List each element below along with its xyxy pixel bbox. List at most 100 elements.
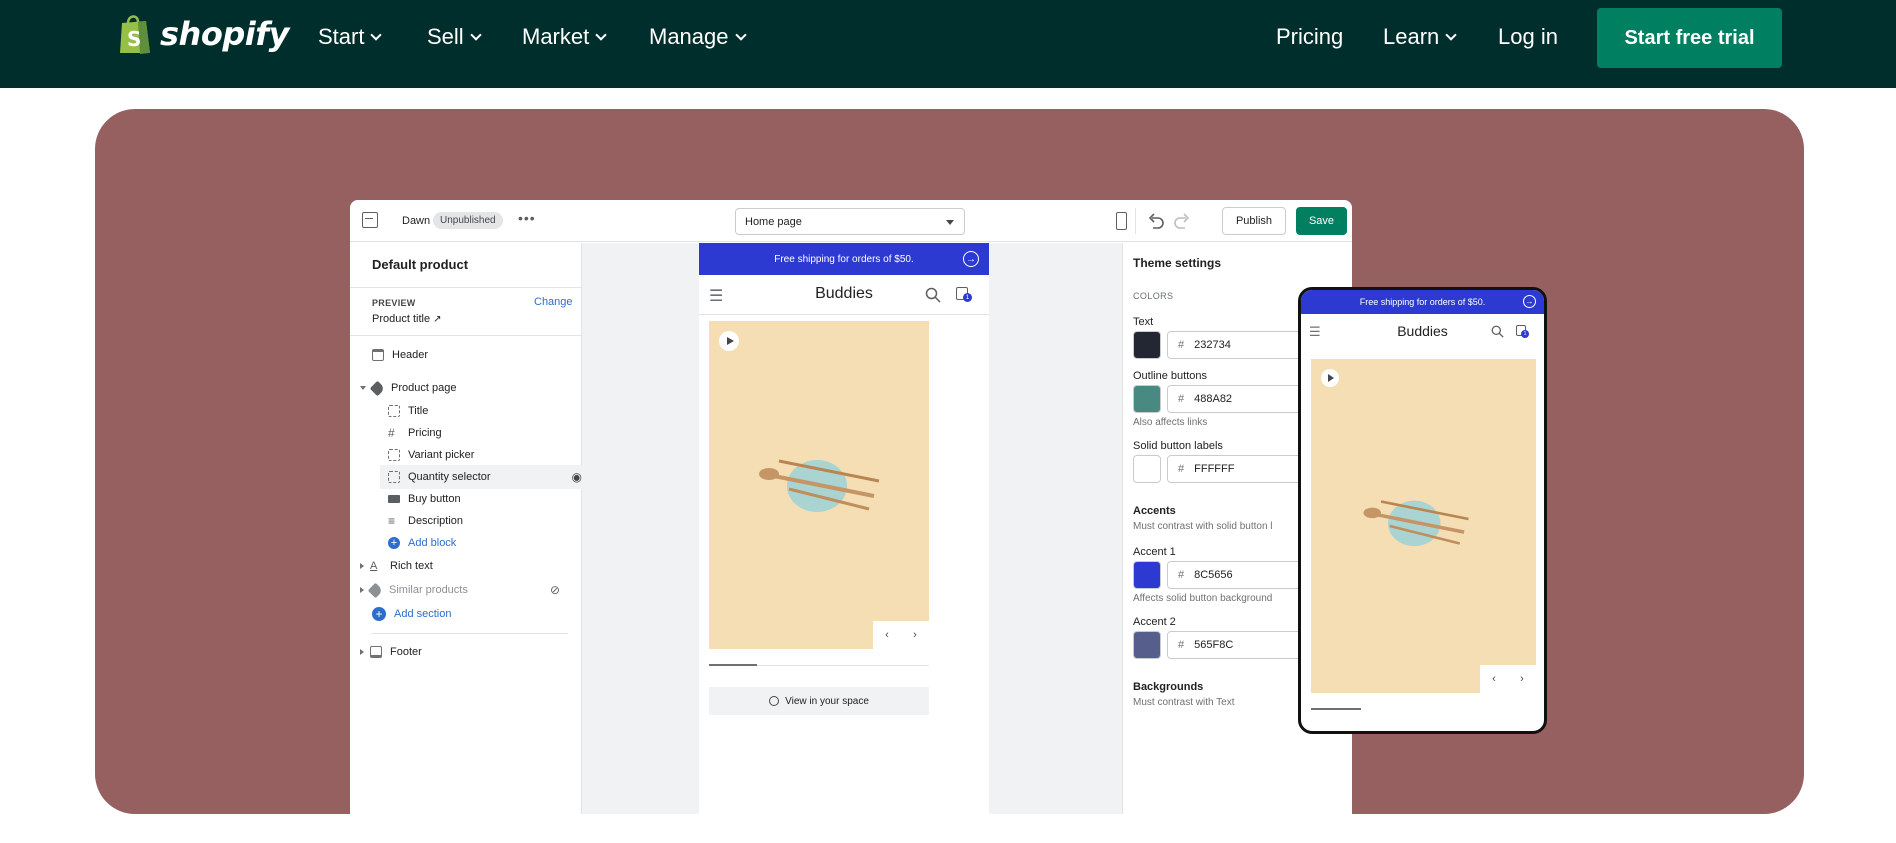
nav-manage[interactable]: Manage — [649, 24, 747, 50]
accent2-swatch[interactable] — [1133, 631, 1161, 659]
chevron-left-icon[interactable]: ‹ — [1492, 673, 1496, 685]
add-section-button[interactable]: + Add section — [350, 602, 582, 626]
view-in-space-label: View in your space — [785, 695, 869, 707]
section-product-page-label: Product page — [391, 382, 457, 394]
sections-sidebar: Default product PREVIEW Change Product t… — [350, 243, 602, 814]
quantity-block-icon — [388, 471, 400, 483]
nav-market[interactable]: Market — [522, 24, 607, 50]
section-rich-text-label: Rich text — [390, 560, 433, 572]
outline-buttons-label: Outline buttons — [1133, 370, 1207, 382]
text-color-swatch[interactable] — [1133, 331, 1161, 359]
text-block-icon — [388, 405, 400, 417]
solid-color-swatch[interactable] — [1133, 455, 1161, 483]
chevron-left-icon[interactable]: ‹ — [885, 629, 889, 641]
block-quantity-selector[interactable]: Quantity selector ◉ ⋮ — [380, 465, 602, 489]
slider-progress — [709, 664, 757, 666]
add-section-label: Add section — [394, 608, 452, 620]
theme-name: Dawn — [402, 215, 431, 227]
add-block-button[interactable]: + Add block — [350, 531, 582, 555]
chevron-right-icon[interactable]: › — [1520, 673, 1524, 685]
eye-icon[interactable]: ◉ — [572, 470, 582, 484]
exit-icon[interactable] — [362, 212, 378, 228]
editor-toolbar: Dawn Unpublished ••• Home page Publish S… — [350, 200, 1352, 242]
start-free-trial-button[interactable]: Start free trial — [1597, 8, 1782, 68]
view-in-space-button[interactable]: View in your space — [709, 687, 929, 715]
hash-prefix: # — [1178, 569, 1185, 581]
mobile-cutlery-illustration — [1363, 500, 1469, 547]
nav-pricing[interactable]: Pricing — [1276, 24, 1343, 50]
search-icon[interactable] — [925, 287, 941, 303]
section-product-page[interactable]: Product page — [350, 376, 582, 400]
section-similar-products-label: Similar products — [389, 584, 468, 596]
chevron-down-icon — [734, 29, 747, 41]
section-footer[interactable]: Footer — [350, 640, 582, 664]
text-format-icon: A — [370, 560, 378, 572]
colors-heading: COLORS — [1133, 291, 1174, 301]
nav-login-label: Log in — [1498, 24, 1558, 49]
chevron-right-icon[interactable]: › — [913, 629, 917, 641]
variant-block-icon — [388, 449, 400, 461]
block-buy-button[interactable]: Buy button — [350, 487, 582, 511]
solid-labels-label: Solid button labels — [1133, 440, 1223, 452]
mobile-store-name: Buddies — [1397, 323, 1448, 339]
mobile-product-image: ‹ › — [1311, 359, 1536, 693]
product-image: ‹ › — [709, 321, 929, 649]
accent1-note: Affects solid button background — [1133, 593, 1273, 604]
block-pricing[interactable]: # Pricing — [350, 421, 582, 445]
section-rich-text[interactable]: A Rich text — [350, 554, 582, 578]
mobile-search-icon[interactable] — [1491, 325, 1504, 338]
cart-icon[interactable]: 1 — [956, 287, 972, 302]
slide-controls: ‹ › — [873, 621, 929, 649]
change-link[interactable]: Change — [534, 296, 573, 308]
collapse-caret-icon — [360, 587, 364, 593]
preview-value[interactable]: Product title ↗ — [372, 313, 442, 325]
hash-icon: # — [388, 426, 395, 440]
collapse-caret-icon — [360, 649, 364, 655]
block-title-label: Title — [408, 405, 429, 417]
svg-text:S: S — [127, 27, 141, 51]
section-footer-label: Footer — [390, 646, 422, 658]
chevron-down-icon — [1445, 29, 1457, 41]
block-variant-picker[interactable]: Variant picker — [350, 443, 582, 467]
block-pricing-label: Pricing — [408, 427, 442, 439]
section-similar-products[interactable]: Similar products ⊘ — [350, 578, 582, 602]
backgrounds-note: Must contrast with Text — [1133, 697, 1235, 708]
dropdown-caret-icon — [946, 220, 954, 225]
external-link-icon: ↗ — [433, 314, 442, 325]
nav-learn-label: Learn — [1383, 24, 1440, 49]
block-description[interactable]: ≡ Description — [350, 509, 582, 533]
accent1-swatch[interactable] — [1133, 561, 1161, 589]
shopify-logo[interactable]: S shopify — [116, 12, 289, 56]
accent2-label: Accent 2 — [1133, 616, 1176, 628]
more-actions-icon[interactable]: ••• — [518, 210, 536, 226]
header-section-icon — [372, 349, 384, 361]
toolbar-divider — [1135, 208, 1136, 234]
nav-login[interactable]: Log in — [1498, 24, 1558, 50]
nav-sell[interactable]: Sell — [427, 24, 482, 50]
outline-color-swatch[interactable] — [1133, 385, 1161, 413]
section-header-label: Header — [392, 349, 429, 361]
tag-icon — [367, 582, 384, 598]
save-button[interactable]: Save — [1296, 207, 1347, 235]
accents-note: Must contrast with solid button l — [1133, 521, 1273, 532]
redo-icon[interactable] — [1173, 212, 1191, 230]
play-icon[interactable] — [719, 331, 739, 351]
section-header[interactable]: Header — [350, 343, 582, 367]
nav-learn[interactable]: Learn — [1383, 24, 1457, 50]
arrow-right-icon[interactable]: → — [963, 251, 979, 267]
arrow-right-icon[interactable]: → — [1523, 295, 1536, 308]
page-select[interactable]: Home page — [735, 208, 965, 235]
mobile-cart-icon[interactable]: 1 — [1516, 325, 1529, 338]
block-title[interactable]: Title — [350, 399, 582, 423]
divider — [372, 633, 568, 634]
logo-wordmark: shopify — [160, 15, 289, 53]
publish-button[interactable]: Publish — [1222, 207, 1286, 235]
undo-icon[interactable] — [1147, 212, 1165, 230]
hash-prefix: # — [1178, 639, 1185, 651]
theme-settings-title: Theme settings — [1133, 256, 1222, 270]
nav-start[interactable]: Start — [318, 24, 383, 50]
eye-hidden-icon[interactable]: ⊘ — [550, 583, 560, 597]
mobile-play-icon[interactable] — [1321, 369, 1339, 387]
block-description-label: Description — [408, 515, 464, 527]
mobile-view-icon[interactable] — [1116, 212, 1127, 230]
